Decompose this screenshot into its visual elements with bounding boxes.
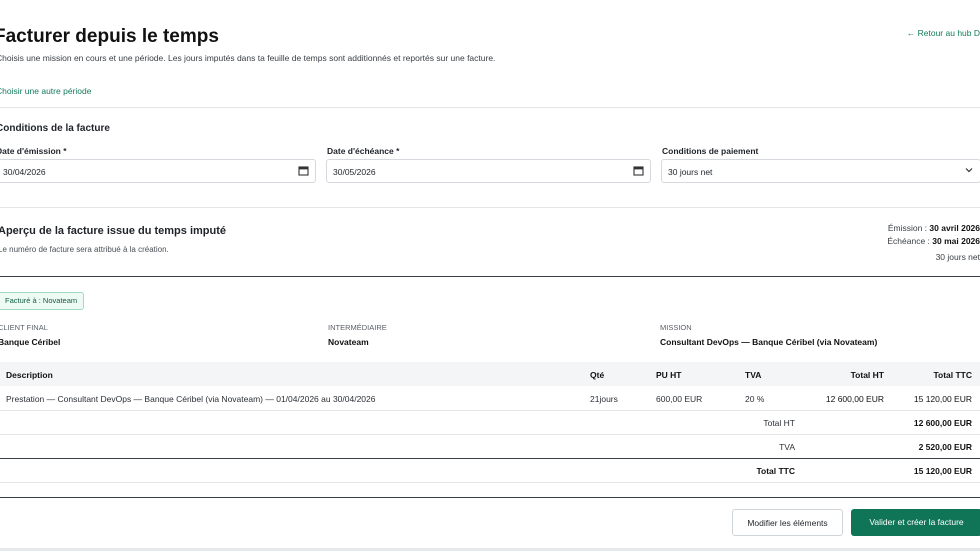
table-header-bg: [0, 362, 980, 386]
payment-terms-label: Conditions de paiement: [662, 146, 759, 156]
validate-create-invoice-button[interactable]: Valider et créer la facture: [851, 509, 980, 536]
col-vat: TVA: [745, 370, 762, 380]
client-label: Client final: [0, 323, 48, 332]
client-value: Banque Céribel: [0, 337, 61, 347]
due-value: 30 mai 2026: [932, 236, 980, 246]
choose-other-period-link[interactable]: Choisir une autre période: [0, 86, 91, 96]
divider: [0, 497, 980, 498]
due-date-value: 30/05/2026: [333, 167, 376, 177]
divider: [0, 434, 980, 435]
divider: [0, 410, 980, 411]
intermediary-label: Intermédiaire: [328, 323, 387, 332]
mission-value: Consultant DevOps — Banque Céribel (via …: [660, 337, 878, 347]
row-description: Prestation — Consultant DevOps — Banque …: [6, 394, 376, 404]
row-unit-price: 600,00 EUR: [656, 394, 703, 404]
page-title: Facturer depuis le temps: [0, 26, 219, 47]
terms-meta: 30 jours net: [935, 252, 980, 262]
col-unit-price: PU HT: [656, 370, 682, 380]
back-to-hub-link[interactable]: ← Retour au hub D: [907, 28, 980, 38]
due-label: Échéance :: [887, 236, 933, 246]
billed-to-badge: Facturé à : Novateam: [0, 292, 85, 310]
row-total-ht: 12 600,00 EUR: [825, 394, 884, 404]
calendar-icon[interactable]: [633, 165, 644, 179]
due-date-label: Date d'échéance *: [327, 146, 400, 156]
total-ttc-label: Total TTC: [756, 466, 795, 476]
issue-date-value: 30/04/2026: [3, 167, 46, 177]
total-ht-label: Total HT: [763, 418, 795, 428]
divider: [0, 482, 980, 483]
divider: [0, 207, 980, 208]
page-subtitle: Choisis une mission en cours et une péri…: [0, 53, 496, 63]
chevron-down-icon: [964, 165, 974, 178]
divider: [0, 107, 980, 108]
due-date-field[interactable]: 30/05/2026: [326, 159, 651, 183]
col-qty: Qté: [590, 370, 605, 380]
total-ht-value: 12 600,00 EUR: [913, 418, 972, 428]
preview-note: Le numéro de facture sera attribué à la …: [0, 245, 169, 254]
payment-terms-select[interactable]: 30 jours net: [661, 159, 980, 183]
row-qty: 21jours: [590, 394, 618, 404]
preview-title: Aperçu de la facture issue du temps impu…: [0, 225, 227, 237]
row-qty-unit: jours: [599, 394, 618, 404]
issue-date-label: Date d'émission *: [0, 146, 67, 156]
emission-value: 30 avril 2026: [929, 223, 980, 233]
emission-meta: Émission : 30 avril 2026: [888, 223, 980, 233]
row-vat: 20 %: [745, 394, 765, 404]
conditions-title: Conditions de la facture: [0, 123, 110, 134]
col-total-ht: Total HT: [850, 370, 884, 380]
intermediary-value: Novateam: [328, 337, 369, 347]
vat-total-value: 2 520,00 EUR: [918, 442, 972, 452]
emission-label: Émission :: [887, 223, 930, 233]
vat-total-label: TVA: [779, 442, 795, 452]
issue-date-field[interactable]: 30/04/2026: [0, 159, 316, 183]
due-meta: Échéance : 30 mai 2026: [887, 236, 980, 246]
col-description: Description: [6, 370, 53, 380]
row-total-ttc: 15 120,00 EUR: [913, 394, 972, 404]
col-total-ttc: Total TTC: [933, 370, 972, 380]
divider: [0, 458, 980, 459]
edit-elements-button[interactable]: Modifier les éléments: [732, 509, 843, 536]
calendar-icon[interactable]: [298, 165, 309, 179]
total-ttc-value: 15 120,00 EUR: [913, 466, 972, 476]
divider: [0, 276, 980, 277]
payment-terms-value: 30 jours net: [668, 167, 713, 177]
mission-label: Mission: [660, 323, 692, 332]
